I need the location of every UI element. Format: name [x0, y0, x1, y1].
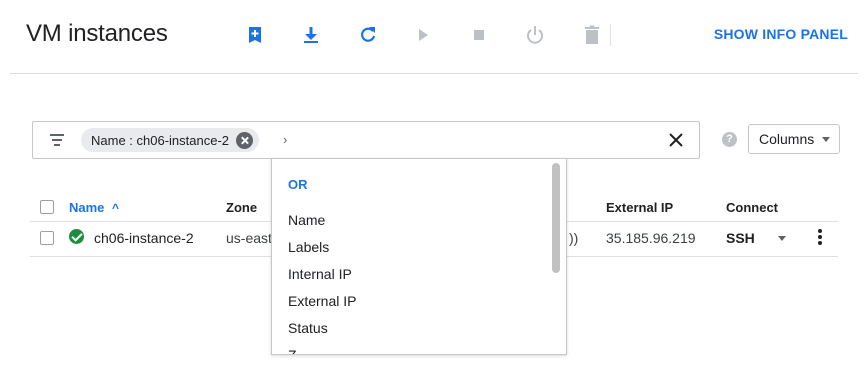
close-icon — [669, 133, 683, 147]
column-header-external-ip[interactable]: External IP — [606, 200, 673, 215]
dropdown-item-labels[interactable]: Labels — [288, 239, 329, 255]
dropdown-item-name[interactable]: Name — [288, 212, 325, 228]
reset-icon — [527, 26, 543, 44]
dropdown-item-zone[interactable]: Z — [288, 347, 297, 354]
filter-chip[interactable]: Name : ch06-instance-2 — [81, 128, 260, 152]
dropdown-item-status[interactable]: Status — [288, 320, 328, 336]
columns-button[interactable]: Columns — [748, 124, 840, 154]
ssh-dropdown-icon[interactable] — [778, 236, 786, 241]
instance-internal-ip: )) — [569, 230, 579, 246]
delete-icon — [585, 25, 599, 44]
chip-remove-icon[interactable] — [236, 131, 254, 149]
page-title: VM instances — [26, 20, 168, 47]
columns-button-label: Columns — [759, 131, 815, 147]
column-header-connect: Connect — [726, 200, 778, 215]
refresh-button[interactable] — [353, 20, 383, 50]
dropdown-item-internal-ip[interactable]: Internal IP — [288, 266, 352, 282]
column-header-zone[interactable]: Zone — [226, 200, 257, 215]
dropdown-scrollbar[interactable] — [552, 163, 560, 273]
stop-icon — [474, 30, 484, 40]
filter-suggestions-dropdown: OR Name Labels Internal IP External IP S… — [271, 158, 567, 355]
filter-separator: › — [283, 132, 288, 147]
toolbar-divider — [610, 24, 611, 46]
instance-name-link[interactable]: ch06-instance-2 — [94, 230, 194, 246]
more-actions-icon[interactable] — [818, 229, 822, 245]
filter-chip-label: Name : ch06-instance-2 — [91, 132, 230, 148]
show-info-panel-button[interactable]: SHOW INFO PANEL — [714, 26, 848, 42]
dropdown-item-external-ip[interactable]: External IP — [288, 293, 356, 309]
dropdown-or-heading: OR — [288, 177, 308, 192]
create-instance-icon — [249, 27, 261, 43]
import-vm-button[interactable] — [296, 20, 326, 50]
clear-filter-button[interactable] — [663, 127, 689, 153]
sort-ascending-icon: ^ — [112, 201, 120, 215]
filter-icon — [50, 134, 64, 146]
reset-button[interactable] — [520, 20, 550, 50]
ssh-button[interactable]: SSH — [726, 230, 755, 246]
status-running-icon — [69, 229, 84, 244]
refresh-icon — [361, 27, 376, 42]
help-icon[interactable]: ? — [722, 132, 737, 147]
select-all-checkbox[interactable] — [40, 200, 54, 214]
instance-zone: us-east — [226, 230, 272, 246]
start-button[interactable] — [408, 20, 438, 50]
column-header-name[interactable]: Name ^ — [69, 200, 119, 215]
start-icon — [419, 29, 428, 41]
chevron-down-icon — [822, 136, 831, 142]
instance-external-ip: 35.185.96.219 — [606, 230, 696, 246]
create-instance-button[interactable] — [240, 20, 270, 50]
stop-button[interactable] — [464, 20, 494, 50]
import-vm-icon — [304, 27, 318, 43]
header-divider — [10, 73, 858, 74]
row-checkbox[interactable] — [40, 231, 54, 245]
delete-button[interactable] — [577, 20, 607, 50]
filter-bar[interactable]: Name : ch06-instance-2 › — [32, 121, 700, 159]
